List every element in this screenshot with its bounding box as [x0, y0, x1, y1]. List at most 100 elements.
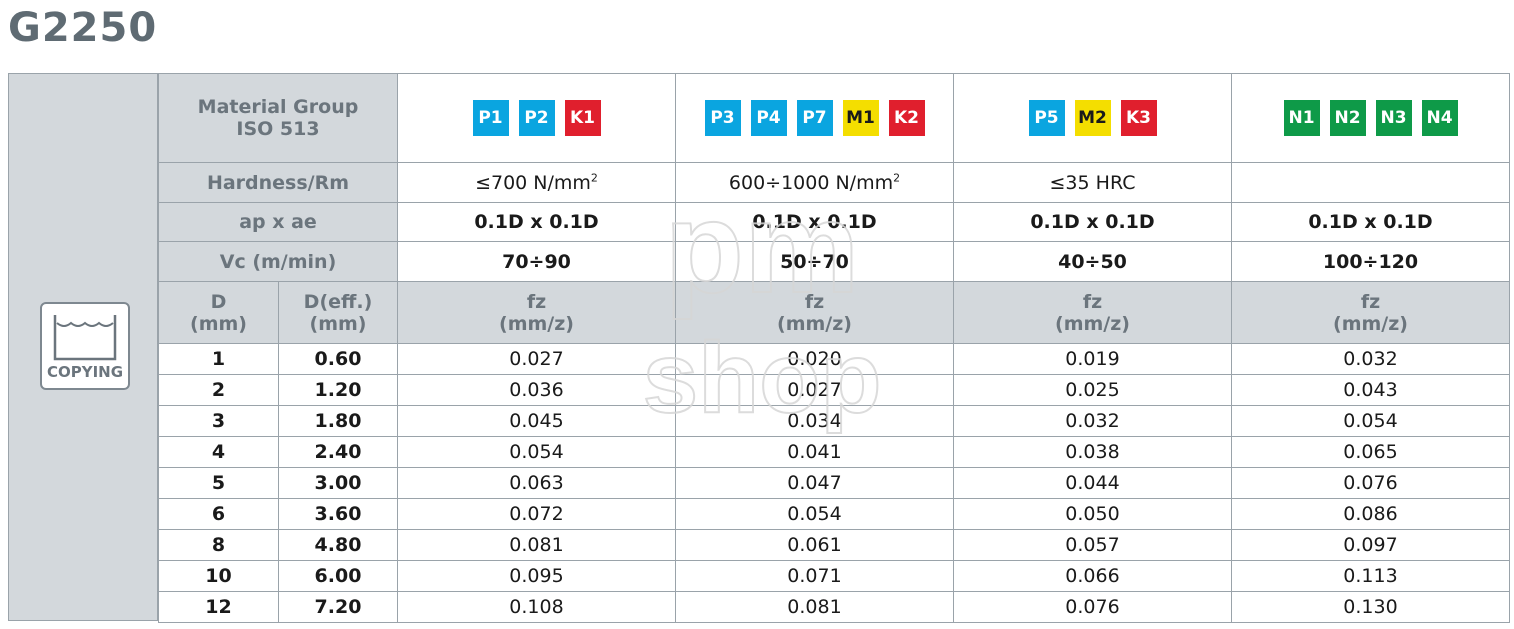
material-badge-p7: P7 — [796, 100, 833, 136]
d-header: D (mm) — [158, 281, 279, 344]
material-badge-m1: M1 — [842, 100, 879, 136]
material-cell-2: P5 M2 K3 — [953, 73, 1232, 163]
fz-cell: 0.038 — [953, 436, 1232, 468]
fz-cell: 0.113 — [1231, 560, 1510, 592]
fz-cell: 0.025 — [953, 374, 1232, 406]
material-badge-k1: K1 — [564, 100, 601, 136]
fz-header: fz (mm/z) — [953, 281, 1232, 344]
fz-cell: 0.027 — [397, 343, 676, 375]
material-badges: P3 P4 P7 M1 K2 — [676, 100, 953, 136]
hardness-row: Hardness/Rm ≤700 N/mm2 600÷1000 N/mm2 ≤3… — [158, 162, 1510, 203]
fz-cell: 0.054 — [397, 436, 676, 468]
table-row: 3 1.80 0.045 0.034 0.032 0.054 — [158, 405, 1510, 437]
vc-value: 100÷120 — [1231, 241, 1510, 282]
fz-cell: 0.050 — [953, 498, 1232, 530]
table-row: 12 7.20 0.108 0.081 0.076 0.130 — [158, 591, 1510, 623]
vc-value: 50÷70 — [675, 241, 954, 282]
material-badge-p5: P5 — [1028, 100, 1065, 136]
fz-cell: 0.081 — [397, 529, 676, 561]
fz-cell: 0.130 — [1231, 591, 1510, 623]
deff-cell: 1.80 — [278, 405, 398, 437]
material-badge-p1: P1 — [472, 100, 509, 136]
table-row: 6 3.60 0.072 0.054 0.050 0.086 — [158, 498, 1510, 530]
table-row: 8 4.80 0.081 0.061 0.057 0.097 — [158, 529, 1510, 561]
material-badge-k3: K3 — [1120, 100, 1157, 136]
fz-cell: 0.066 — [953, 560, 1232, 592]
fz-cell: 0.063 — [397, 467, 676, 499]
operation-sidebar: COPYING — [8, 73, 158, 621]
fz-header: fz (mm/z) — [1231, 281, 1510, 344]
material-badge-p2: P2 — [518, 100, 555, 136]
material-badge-k2: K2 — [888, 100, 925, 136]
fz-cell: 0.036 — [397, 374, 676, 406]
d-cell: 3 — [158, 405, 279, 437]
ap-ae-value: 0.1D x 0.1D — [397, 202, 676, 242]
deff-cell: 7.20 — [278, 591, 398, 623]
material-badge-p4: P4 — [750, 100, 787, 136]
material-cell-3: N1 N2 N3 N4 — [1231, 73, 1510, 163]
fz-cell: 0.097 — [1231, 529, 1510, 561]
material-badge-n1: N1 — [1283, 100, 1320, 136]
fz-cell: 0.057 — [953, 529, 1232, 561]
fz-cell: 0.045 — [397, 405, 676, 437]
d-cell: 8 — [158, 529, 279, 561]
material-group-label: Material Group — [197, 96, 359, 118]
material-badges: P1 P2 K1 — [398, 100, 675, 136]
ap-ae-value: 0.1D x 0.1D — [953, 202, 1232, 242]
d-cell: 6 — [158, 498, 279, 530]
d-cell: 1 — [158, 343, 279, 375]
table-row: 4 2.40 0.054 0.041 0.038 0.065 — [158, 436, 1510, 468]
fz-cell: 0.071 — [675, 560, 954, 592]
vc-value: 40÷50 — [953, 241, 1232, 282]
deff-cell: 0.60 — [278, 343, 398, 375]
fz-cell: 0.041 — [675, 436, 954, 468]
fz-cell: 0.034 — [675, 405, 954, 437]
fz-cell: 0.044 — [953, 467, 1232, 499]
d-cell: 2 — [158, 374, 279, 406]
fz-cell: 0.076 — [1231, 467, 1510, 499]
copying-icon — [53, 315, 117, 361]
fz-cell: 0.047 — [675, 467, 954, 499]
vc-label: Vc (m/min) — [158, 241, 398, 282]
table-row: 10 6.00 0.095 0.071 0.066 0.113 — [158, 560, 1510, 592]
material-badges: P5 M2 K3 — [954, 100, 1231, 136]
fz-cell: 0.108 — [397, 591, 676, 623]
material-badge-n3: N3 — [1375, 100, 1412, 136]
deff-cell: 3.60 — [278, 498, 398, 530]
material-cell-1: P3 P4 P7 M1 K2 — [675, 73, 954, 163]
fz-cell: 0.076 — [953, 591, 1232, 623]
deff-cell: 6.00 — [278, 560, 398, 592]
hardness-label: Hardness/Rm — [158, 162, 398, 203]
fz-cell: 0.054 — [1231, 405, 1510, 437]
material-group-header: Material Group ISO 513 — [158, 73, 398, 163]
material-row: Material Group ISO 513 P1 P2 K1 P3 P4 P7 M1 K2… — [158, 73, 1510, 163]
deff-cell: 4.80 — [278, 529, 398, 561]
table-row: 2 1.20 0.036 0.027 0.025 0.043 — [158, 374, 1510, 406]
ap-ae-value: 0.1D x 0.1D — [675, 202, 954, 242]
fz-header: fz (mm/z) — [397, 281, 676, 344]
material-badge-n4: N4 — [1421, 100, 1458, 136]
table-row: 1 0.60 0.027 0.020 0.019 0.032 — [158, 343, 1510, 375]
vc-value: 70÷90 — [397, 241, 676, 282]
deff-cell: 3.00 — [278, 467, 398, 499]
material-badge-m2: M2 — [1074, 100, 1111, 136]
deff-cell: 1.20 — [278, 374, 398, 406]
hardness-value: ≤700 N/mm2 — [397, 162, 676, 203]
hardness-value: ≤35 HRC — [953, 162, 1232, 203]
material-badge-n2: N2 — [1329, 100, 1366, 136]
fz-cell: 0.019 — [953, 343, 1232, 375]
fz-cell: 0.061 — [675, 529, 954, 561]
d-cell: 4 — [158, 436, 279, 468]
fz-cell: 0.032 — [1231, 343, 1510, 375]
d-cell: 10 — [158, 560, 279, 592]
deff-cell: 2.40 — [278, 436, 398, 468]
fz-cell: 0.054 — [675, 498, 954, 530]
fz-cell: 0.086 — [1231, 498, 1510, 530]
column-header-row: D (mm) D(eff.) (mm) fz (mm/z) fz (mm/z) fz… — [158, 281, 1510, 344]
fz-cell: 0.081 — [675, 591, 954, 623]
d-cell: 5 — [158, 467, 279, 499]
material-badges: N1 N2 N3 N4 — [1232, 100, 1509, 136]
ap-ae-value: 0.1D x 0.1D — [1231, 202, 1510, 242]
cutting-data-table: Material Group ISO 513 P1 P2 K1 P3 P4 P7 M1 K2… — [158, 73, 1510, 623]
d-cell: 12 — [158, 591, 279, 623]
